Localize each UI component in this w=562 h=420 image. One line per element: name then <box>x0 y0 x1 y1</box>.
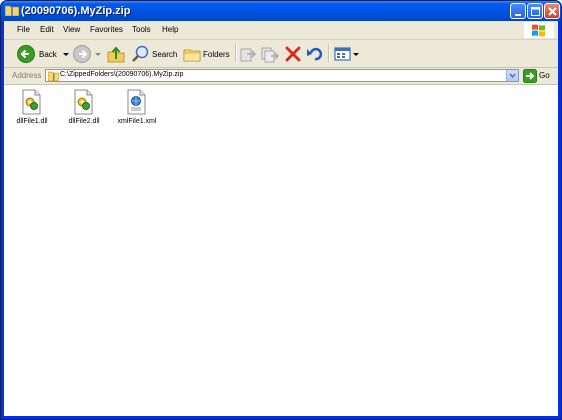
address-input[interactable]: C:\ZippedFolders\(20090706).MyZip.zip <box>45 69 519 82</box>
copy-to-button[interactable] <box>261 43 279 65</box>
menu-edit[interactable]: Edit <box>40 25 54 34</box>
back-arrow-icon <box>17 45 35 63</box>
maximize-icon <box>531 7 540 16</box>
chevron-down-icon <box>95 53 101 56</box>
zip-folder-icon <box>5 5 19 16</box>
go-label: Go <box>539 71 550 80</box>
menu-favorites[interactable]: Favorites <box>90 25 123 34</box>
window-title: (20090706).MyZip.zip <box>21 5 131 17</box>
undo-icon <box>307 47 323 61</box>
file-name: xmlFile1.xml <box>117 118 157 125</box>
back-label: Back <box>39 50 57 59</box>
copy-to-icon <box>261 47 279 63</box>
minimize-icon <box>515 14 521 16</box>
menu-bar: File Edit View Favorites Tools Help <box>4 21 558 40</box>
address-value: C:\ZippedFolders\(20090706).MyZip.zip <box>60 71 184 78</box>
back-button[interactable]: Back <box>14 43 72 65</box>
chevron-down-icon <box>353 53 359 56</box>
search-button[interactable]: Search <box>131 43 181 65</box>
forward-arrow-icon <box>73 45 91 63</box>
minimize-button[interactable] <box>510 3 526 19</box>
address-dropdown-button[interactable] <box>506 70 518 81</box>
views-button[interactable] <box>333 43 359 65</box>
search-label: Search <box>152 50 178 59</box>
menu-view[interactable]: View <box>63 25 80 34</box>
search-icon <box>132 45 149 62</box>
forward-button[interactable] <box>70 43 101 65</box>
xml-file-icon <box>127 89 146 115</box>
chevron-down-icon <box>63 53 69 56</box>
file-item[interactable]: dllFile2.dll <box>56 89 112 131</box>
maximize-button[interactable] <box>527 3 543 19</box>
toolbar-separator <box>328 44 330 62</box>
dll-file-icon <box>74 89 93 115</box>
undo-button[interactable] <box>306 43 324 65</box>
standard-toolbar: Back Search Folders <box>4 40 558 68</box>
toolbar-separator <box>235 44 237 62</box>
menu-tools[interactable]: Tools <box>132 25 151 34</box>
folders-button[interactable]: Folders <box>182 43 232 65</box>
chevron-down-icon <box>509 73 516 79</box>
explorer-window: (20090706).MyZip.zip File Edit View Favo… <box>0 0 562 420</box>
delete-button[interactable] <box>284 43 302 65</box>
up-folder-icon <box>107 46 125 63</box>
up-folder-button[interactable] <box>106 43 126 65</box>
windows-logo <box>524 22 554 38</box>
menu-help[interactable]: Help <box>162 25 178 34</box>
folders-icon <box>183 49 201 62</box>
window-client: File Edit View Favorites Tools Help Back… <box>4 21 558 416</box>
views-icon <box>334 47 351 61</box>
file-item[interactable]: dllFile1.dll <box>4 89 60 131</box>
file-name: dllFile2.dll <box>68 118 100 125</box>
file-item[interactable]: xmlFile1.xml <box>109 89 165 131</box>
menu-file[interactable]: File <box>17 25 30 34</box>
folders-label: Folders <box>203 50 230 59</box>
move-to-icon <box>240 48 257 62</box>
move-to-button[interactable] <box>239 43 257 65</box>
title-bar[interactable]: (20090706).MyZip.zip <box>1 1 561 21</box>
file-list-view[interactable]: dllFile1.dll dllFile2.dll xmlFile1.xml <box>4 85 558 416</box>
go-arrow-icon <box>523 69 537 83</box>
address-label: Address <box>12 71 42 80</box>
close-icon <box>548 7 557 16</box>
file-name: dllFile1.dll <box>16 118 48 125</box>
delete-x-icon <box>285 46 301 62</box>
address-bar: Address C:\ZippedFolders\(20090706).MyZi… <box>4 68 558 85</box>
zip-folder-icon <box>48 71 59 81</box>
close-button[interactable] <box>544 3 560 19</box>
windows-flag-icon <box>532 24 545 37</box>
dll-file-icon <box>22 89 41 115</box>
